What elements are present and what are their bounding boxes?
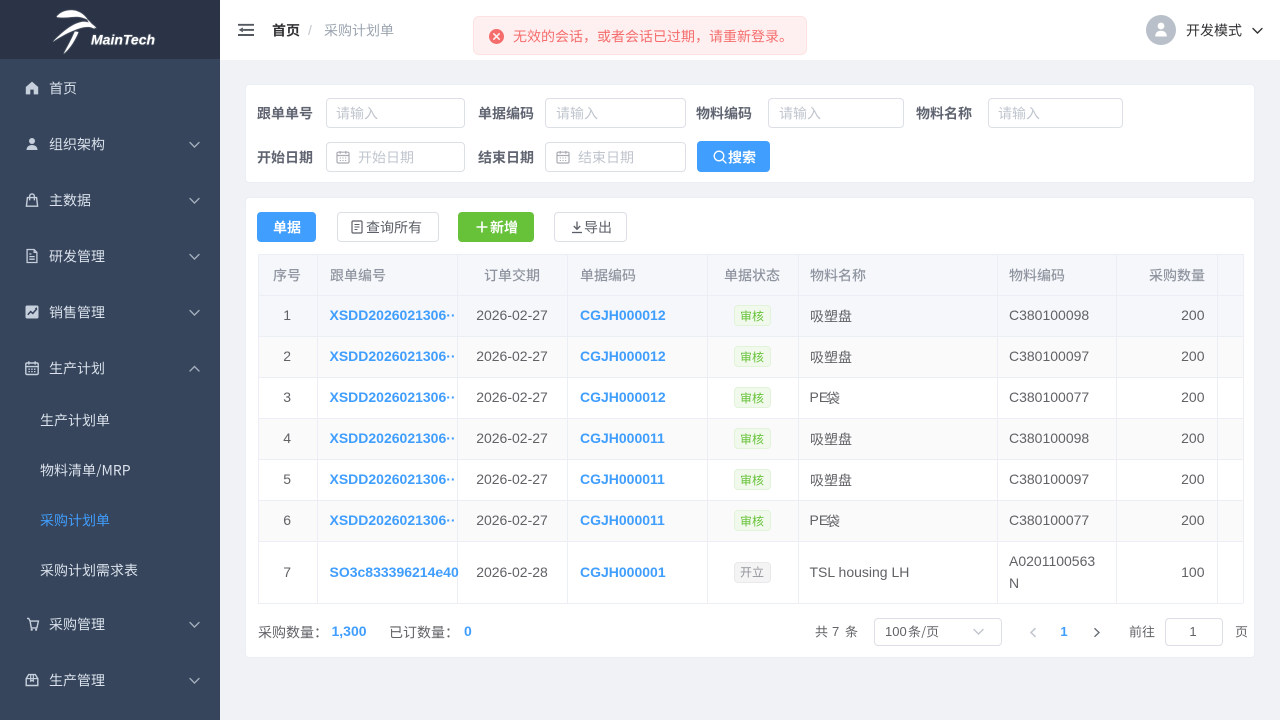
svg-text:MainTech: MainTech	[91, 32, 155, 48]
